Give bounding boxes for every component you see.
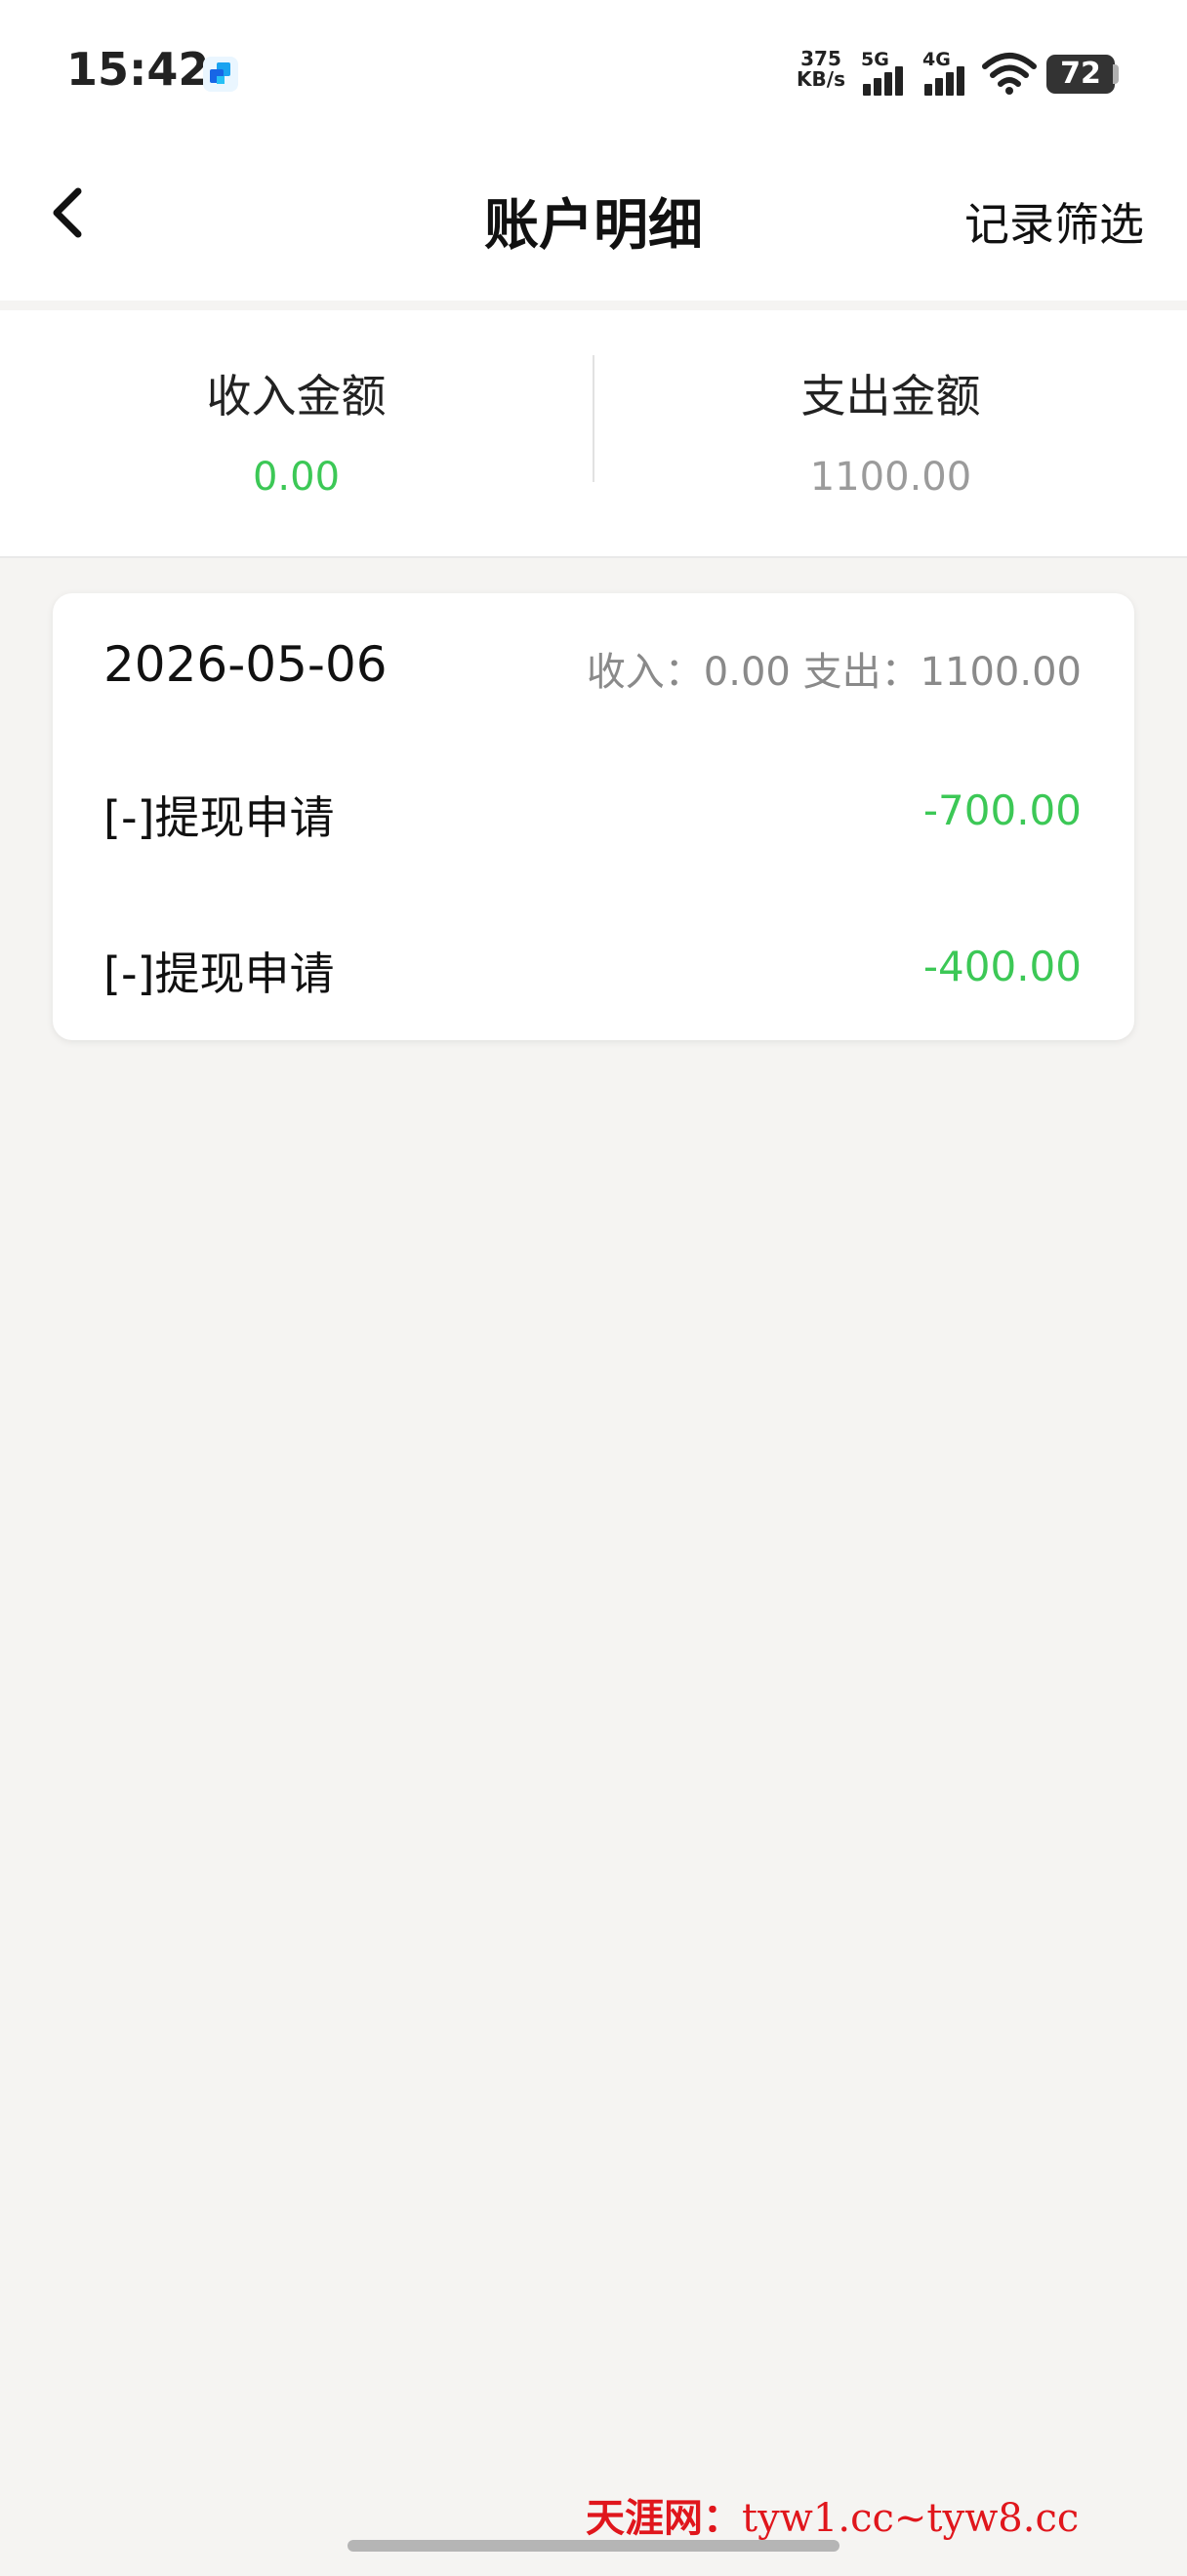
income-label: 收入金额 (206, 370, 387, 423)
back-button[interactable] (29, 174, 107, 252)
record-item-title[interactable]: [-]提现申请 (103, 939, 335, 1003)
nav-header: 账户明细 记录筛选 (0, 146, 1187, 301)
watermark-url: tyw1.cc~tyw8.cc (742, 2496, 1080, 2541)
chevron-left-icon (53, 187, 82, 238)
record-item-title[interactable]: [-]提现申请 (103, 783, 335, 847)
expense-label: 支出金额 (800, 370, 981, 423)
signal-4g-icon: 4G (922, 49, 971, 96)
status-time: 15:42 (66, 43, 210, 96)
wifi-icon (981, 51, 1038, 96)
record-item-amount: -400.00 (922, 943, 1082, 990)
record-filter-button[interactable]: 记录筛选 (964, 189, 1144, 254)
amount-summary: 收入金额 0.00 支出金额 1100.00 (0, 310, 1187, 558)
record-day-summary: 收入：0.00 支出：1100.00 (586, 650, 1082, 695)
network-speed-unit: KB/s (797, 67, 845, 91)
income-summary: 收入金额 0.00 (0, 310, 593, 556)
status-bar: 15:42 375 KB/s 5G 4G 72 (0, 0, 1187, 146)
signal-4g-label: 4G (922, 49, 951, 70)
network-speed: 375 KB/s (791, 49, 851, 90)
income-value: 0.00 (252, 455, 341, 500)
signal-5g-icon: 5G (861, 49, 910, 96)
battery-icon: 72 (1046, 55, 1115, 94)
record-day-card: 2026-05-06 收入：0.00 支出：1100.00 [-]提现申请 -7… (53, 593, 1134, 1040)
record-date: 2026-05-06 (103, 636, 388, 693)
battery-cap (1113, 64, 1119, 84)
expense-value: 1100.00 (809, 455, 972, 500)
home-indicator[interactable] (348, 2540, 839, 2552)
app-notification-icon (201, 55, 240, 94)
watermark: 天涯网：tyw1.cc~tyw8.cc (586, 2486, 1079, 2543)
watermark-cn: 天涯网： (586, 2495, 742, 2541)
network-speed-value: 375 (800, 47, 841, 70)
expense-summary: 支出金额 1100.00 (594, 310, 1187, 556)
signal-5g-label: 5G (861, 49, 889, 70)
page-title: 账户明细 (484, 194, 703, 258)
record-item-amount: -700.00 (922, 786, 1082, 834)
